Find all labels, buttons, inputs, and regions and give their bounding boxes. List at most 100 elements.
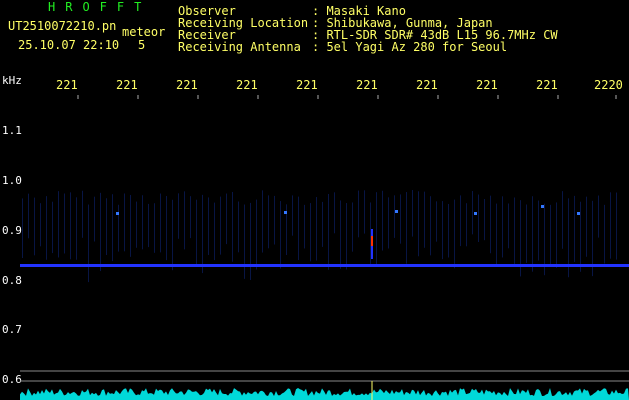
noise-column <box>220 196 221 255</box>
noise-column <box>406 192 407 264</box>
noise-column <box>316 197 317 261</box>
noise-column <box>112 194 113 262</box>
noise-column <box>508 203 509 249</box>
noise-column <box>106 198 107 256</box>
noise-column <box>394 195 395 238</box>
noise-column <box>604 204 605 264</box>
noise-column <box>226 193 227 245</box>
noise-column <box>586 196 587 257</box>
noise-column <box>304 204 305 249</box>
noise-column <box>532 196 533 272</box>
signal-spot <box>284 211 287 214</box>
noise-column <box>478 194 479 243</box>
noise-column <box>502 196 503 258</box>
noise-column <box>148 203 149 248</box>
noise-column <box>562 191 563 249</box>
noise-column <box>484 199 485 241</box>
noise-column <box>340 200 341 269</box>
noise-column <box>442 201 443 260</box>
noise-column <box>136 201 137 248</box>
noise-column <box>598 195 599 238</box>
noise-column <box>460 195 461 247</box>
noise-column <box>196 199 197 267</box>
noise-column <box>364 190 365 234</box>
noise-column <box>244 204 245 279</box>
noise-column <box>58 191 59 258</box>
noise-column <box>538 200 539 261</box>
meteor-echo-peak <box>371 236 373 246</box>
noise-column <box>496 203 497 266</box>
noise-column <box>388 197 389 249</box>
noise-column <box>412 190 413 237</box>
noise-column <box>376 192 377 266</box>
noise-column <box>142 195 143 250</box>
noise-column <box>238 201 239 253</box>
noise-column <box>292 195 293 236</box>
noise-column <box>328 193 329 270</box>
noise-column <box>610 192 611 259</box>
noise-column <box>448 203 449 258</box>
signal-spot <box>116 212 119 215</box>
noise-column <box>466 203 467 247</box>
noise-column <box>280 201 281 269</box>
noise-column <box>556 202 557 268</box>
noise-column <box>100 192 101 272</box>
noise-column <box>430 196 431 256</box>
noise-column <box>514 197 515 264</box>
signal-spot <box>474 212 477 215</box>
noise-column <box>358 190 359 238</box>
noise-column <box>322 201 323 247</box>
noise-column <box>256 199 257 270</box>
noise-column <box>22 198 23 259</box>
noise-column <box>124 193 125 252</box>
noise-column <box>580 201 581 272</box>
noise-column <box>88 204 89 283</box>
noise-column <box>418 191 419 257</box>
noise-column <box>76 197 77 260</box>
noise-column <box>346 203 347 270</box>
spectrum-trace <box>20 388 629 400</box>
noise-column <box>370 202 371 264</box>
carrier-line <box>20 264 629 267</box>
noise-column <box>172 199 173 271</box>
noise-column <box>178 193 179 239</box>
noise-column <box>616 192 617 260</box>
noise-column <box>82 190 83 238</box>
noise-column <box>28 193 29 239</box>
noise-column <box>214 202 215 261</box>
noise-column <box>202 194 203 274</box>
noise-column <box>310 203 311 262</box>
noise-column <box>232 191 233 262</box>
noise-column <box>70 192 71 260</box>
noise-column <box>400 194 401 244</box>
noise-column <box>52 201 53 254</box>
noise-column <box>262 190 263 253</box>
noise-column <box>118 204 119 252</box>
noise-column <box>574 195 575 262</box>
noise-column <box>184 191 185 250</box>
noise-column <box>160 193 161 253</box>
noise-column <box>454 199 455 269</box>
noise-column <box>208 197 209 255</box>
noise-column <box>154 203 155 253</box>
noise-column <box>94 196 95 242</box>
noise-column <box>166 196 167 261</box>
noise-column <box>550 204 551 267</box>
noise-column <box>472 191 473 235</box>
noise-column <box>526 204 527 263</box>
noise-column <box>40 203 41 247</box>
noise-column <box>424 191 425 248</box>
noise-column <box>352 202 353 252</box>
noise-column <box>298 196 299 261</box>
noise-column <box>382 190 383 251</box>
spectrogram <box>20 95 629 400</box>
noise-column <box>64 193 65 254</box>
noise-column <box>274 195 275 245</box>
signal-spot <box>577 212 580 215</box>
noise-column <box>34 197 35 256</box>
noise-column <box>250 202 251 280</box>
signal-spot <box>541 205 544 208</box>
noise-column <box>46 196 47 260</box>
noise-column <box>334 192 335 234</box>
noise-column <box>490 195 491 254</box>
